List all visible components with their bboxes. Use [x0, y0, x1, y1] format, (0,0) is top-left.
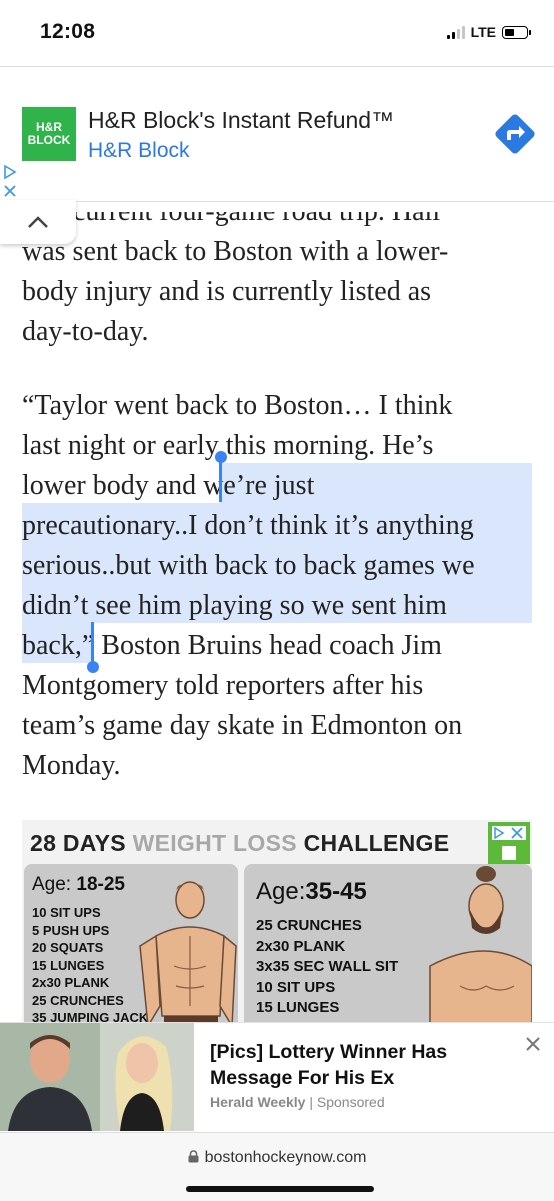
bottom-sponsored-ad[interactable]: [Pics] Lottery Winner Has Message For Hi…: [0, 1022, 554, 1133]
x-icon[interactable]: [4, 185, 16, 197]
article-line: back,” Boston Bruins head coach Jim: [22, 630, 442, 661]
selection-end-handle[interactable]: [87, 661, 99, 673]
network-label: LTE: [470, 24, 496, 40]
ad-photo[interactable]: [0, 1023, 194, 1131]
article-line: lower body and we’re just: [22, 470, 315, 501]
selection-end-caret: [91, 622, 94, 664]
article-line: serious..but with back to back games we: [22, 550, 475, 581]
weight-loss-ad[interactable]: 28 DAYS WEIGHT LOSS CHALLENGE Age: 18-25…: [22, 820, 532, 1025]
triangle-play-icon[interactable]: [3, 165, 17, 179]
directions-arrow-icon[interactable]: [490, 109, 540, 159]
status-icons: LTE: [446, 24, 531, 40]
article-line: Monday.: [22, 750, 121, 781]
article-line: didn’t see him playing so we sent him: [22, 590, 447, 621]
weight-ad-title: 28 DAYS WEIGHT LOSS CHALLENGE: [30, 830, 450, 856]
article-line: body injury and is currently listed as: [22, 276, 432, 307]
signal-icon: [446, 25, 465, 39]
status-bar: 12:08 LTE: [0, 0, 554, 66]
ad-headline[interactable]: H&R Block's Instant Refund™: [88, 107, 394, 134]
article-line: “Taylor went back to Boston… I think: [22, 390, 453, 421]
ad-source: Herald Weekly | Sponsored: [210, 1094, 385, 1110]
close-icon[interactable]: [526, 1037, 540, 1051]
age-panel-18-25: Age: 18-25 10 SIT UPS 5 PUSH UPS 20 SQUA…: [24, 864, 238, 1025]
selection-start-caret: [219, 460, 222, 502]
article-line: last night or early this morning. He’s: [22, 430, 434, 461]
age-label: Age:35-45: [256, 878, 367, 905]
collapse-ad-button[interactable]: [0, 200, 76, 244]
lock-icon: [188, 1150, 199, 1163]
article-line: day-to-day.: [22, 316, 149, 347]
bearded-man-illustration: [429, 866, 532, 1025]
chevron-up-icon: [28, 216, 48, 228]
battery-icon: [502, 25, 531, 39]
adchoices-badge[interactable]: [488, 822, 530, 864]
couple-photo-image: [0, 1023, 194, 1131]
status-time: 12:08: [40, 20, 96, 43]
top-ad-banner[interactable]: H&R BLOCK H&R Block's Instant Refund™ H&R…: [0, 66, 554, 202]
url-display[interactable]: bostonhockeynow.com: [0, 1149, 554, 1167]
article-line: was sent back to Boston with a lower-: [22, 236, 449, 267]
ad-headline[interactable]: [Pics] Lottery Winner Has Message For Hi…: [210, 1039, 510, 1091]
article-line: Montgomery told reporters after his: [22, 670, 424, 701]
hr-block-logo: H&R BLOCK: [22, 107, 76, 161]
article-line: team’s game day skate in Edmonton on: [22, 710, 463, 741]
adchoices-icon: [492, 826, 526, 840]
man-figure-illustration: [139, 881, 237, 1025]
exercise-list: 25 CRUNCHES 2x30 PLANK 3x35 SEC WALL SIT…: [256, 917, 399, 1016]
home-indicator[interactable]: [186, 1186, 374, 1192]
exercise-list: 10 SIT UPS 5 PUSH UPS 20 SQUATS 15 LUNGE…: [32, 905, 149, 1025]
ad-advertiser[interactable]: H&R Block: [88, 139, 190, 163]
article-line: precautionary..I don’t think it’s anythi…: [22, 510, 474, 541]
age-panel-35-45: Age:35-45 25 CRUNCHES 2x30 PLANK 3x35 SE…: [244, 864, 532, 1025]
age-label: Age: 18-25: [32, 874, 125, 895]
